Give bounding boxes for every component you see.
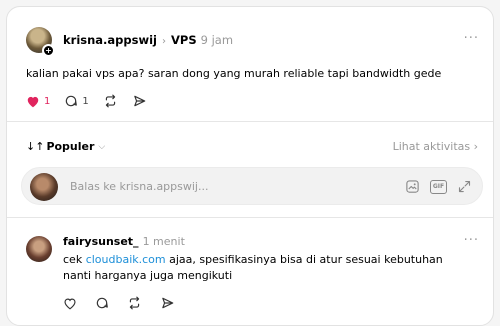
repost-icon bbox=[103, 94, 118, 108]
divider bbox=[7, 121, 493, 122]
share-button[interactable] bbox=[132, 94, 147, 108]
follow-plus-icon[interactable]: + bbox=[42, 44, 55, 57]
avatar bbox=[30, 173, 58, 201]
sort-icon: ↓↑ bbox=[26, 140, 45, 153]
like-count: 1 bbox=[44, 95, 51, 107]
divider bbox=[7, 217, 493, 218]
view-activity-link[interactable]: Lihat aktivitas › bbox=[393, 140, 478, 153]
gif-label: GIF bbox=[430, 179, 447, 194]
comment-username[interactable]: fairysunset_ bbox=[63, 235, 139, 248]
reply-count: 1 bbox=[82, 95, 89, 107]
comment-button[interactable]: 1 bbox=[64, 94, 89, 108]
comment-icon[interactable] bbox=[95, 296, 109, 310]
gif-icon[interactable]: GIF bbox=[430, 179, 447, 194]
main-post: + krisna.appswij › VPS 9 jam ··· kalian pak… bbox=[7, 7, 493, 121]
heart-icon[interactable] bbox=[63, 297, 77, 310]
more-options-icon[interactable]: ··· bbox=[464, 31, 479, 46]
share-icon[interactable] bbox=[160, 296, 175, 310]
more-options-icon[interactable]: ··· bbox=[464, 233, 479, 248]
post-username[interactable]: krisna.appswij bbox=[63, 33, 157, 47]
repost-icon[interactable] bbox=[127, 296, 142, 310]
image-icon[interactable] bbox=[405, 179, 420, 194]
sort-label: Populer bbox=[46, 140, 95, 153]
comment-time: 1 menit bbox=[142, 235, 185, 248]
comment-link[interactable]: cloudbaik.com bbox=[86, 253, 166, 266]
post-actions: 1 1 bbox=[26, 93, 161, 109]
post-meta: krisna.appswij › VPS 9 jam bbox=[63, 33, 233, 47]
reply-input[interactable]: Balas ke krisna.appswij... GIF bbox=[21, 167, 483, 205]
comment-meta: fairysunset_ 1 menit bbox=[63, 235, 185, 248]
comment-text: cek cloudbaik.com ajaa, spesifikasinya b… bbox=[63, 252, 473, 284]
reply-placeholder: Balas ke krisna.appswij... bbox=[70, 180, 209, 193]
topic-separator: › bbox=[162, 36, 166, 47]
thread-card: + krisna.appswij › VPS 9 jam ··· kalian pak… bbox=[6, 6, 494, 326]
post-time: 9 jam bbox=[200, 33, 234, 47]
topic-tag[interactable]: VPS bbox=[171, 33, 197, 47]
sort-dropdown[interactable]: ↓↑ Populer ⌵ bbox=[26, 140, 105, 153]
chevron-down-icon: ⌵ bbox=[98, 141, 106, 152]
comment-text-start: cek bbox=[63, 253, 86, 266]
comment-actions bbox=[63, 296, 193, 310]
like-button[interactable]: 1 bbox=[26, 95, 50, 108]
comment-item: fairysunset_ 1 menit ··· cek cloudbaik.co… bbox=[7, 223, 493, 323]
avatar[interactable] bbox=[26, 236, 52, 262]
repost-button[interactable] bbox=[103, 94, 118, 108]
reply-attachments: GIF bbox=[395, 179, 472, 194]
share-icon bbox=[132, 94, 147, 108]
heart-filled-icon bbox=[26, 95, 40, 108]
post-text: kalian pakai vps apa? saran dong yang mu… bbox=[26, 67, 442, 80]
expand-icon[interactable] bbox=[457, 179, 472, 194]
comment-icon bbox=[64, 94, 78, 108]
